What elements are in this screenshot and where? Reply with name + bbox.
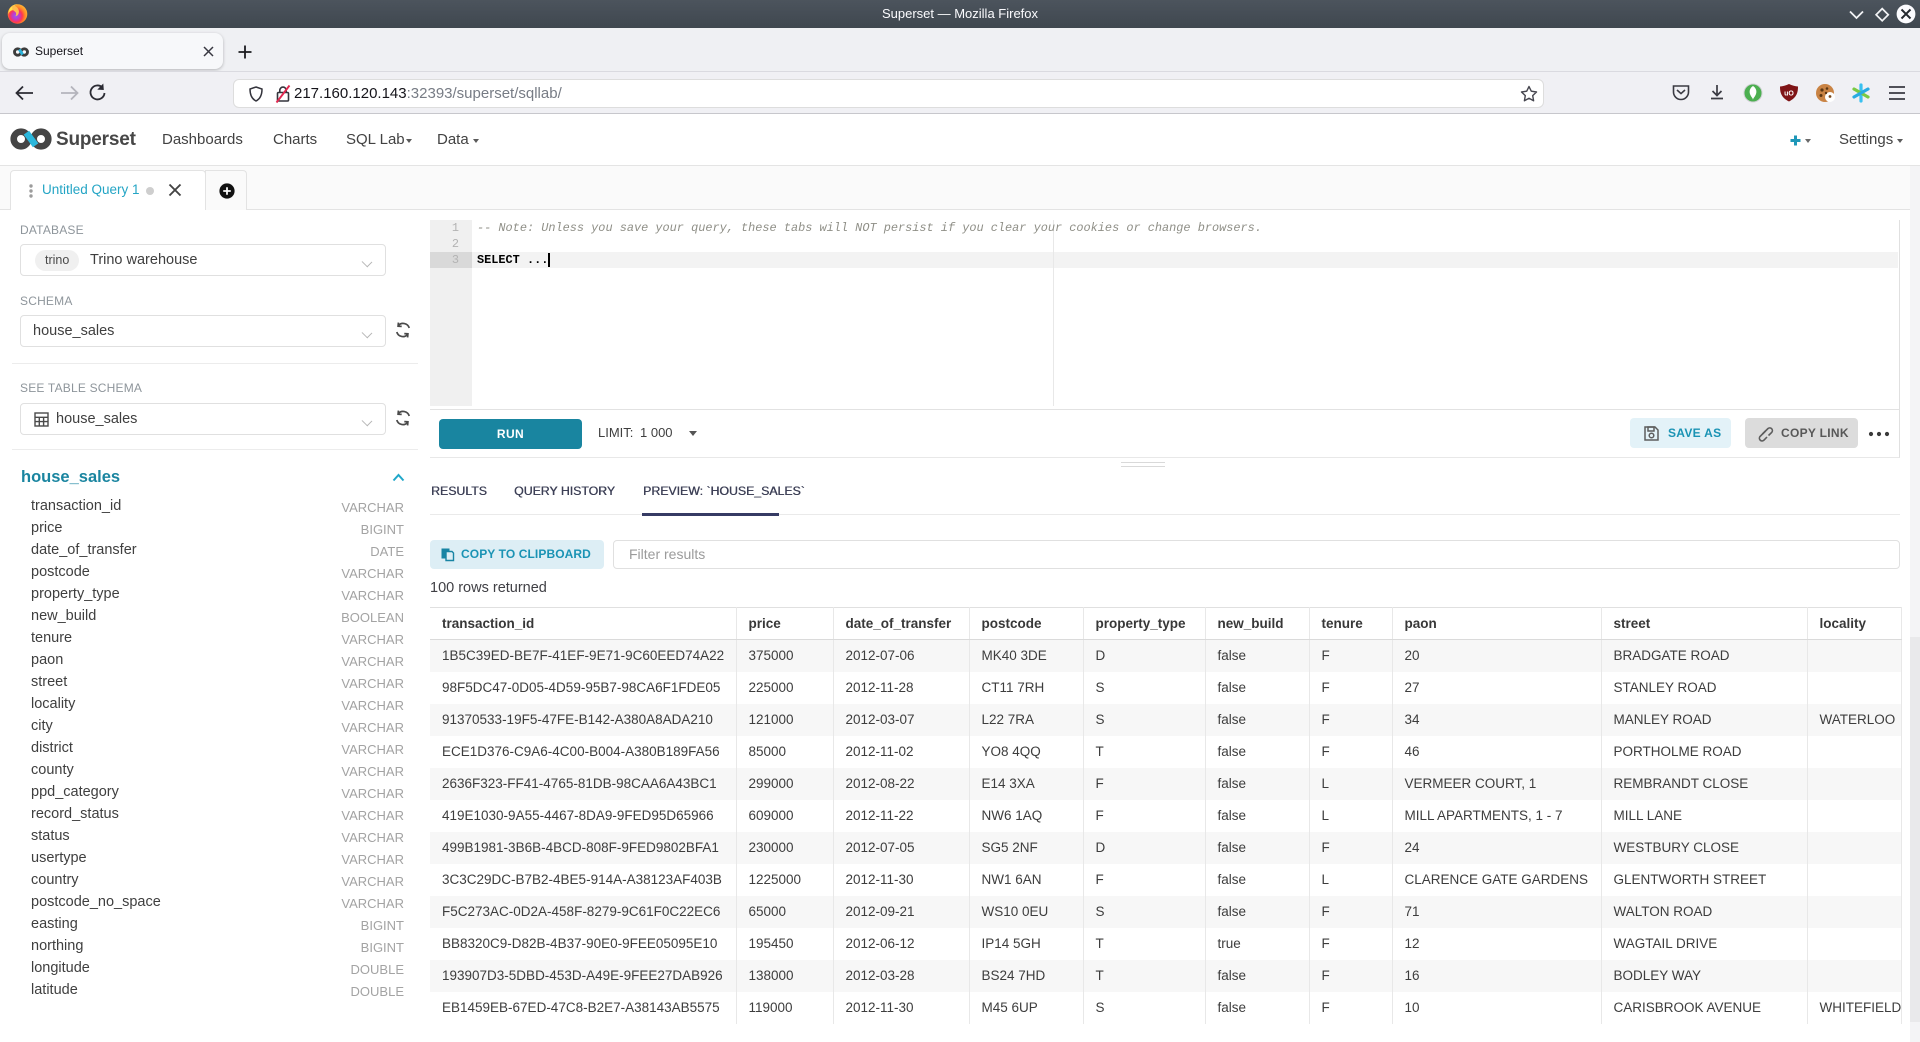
svg-text:uO: uO	[1784, 91, 1794, 98]
